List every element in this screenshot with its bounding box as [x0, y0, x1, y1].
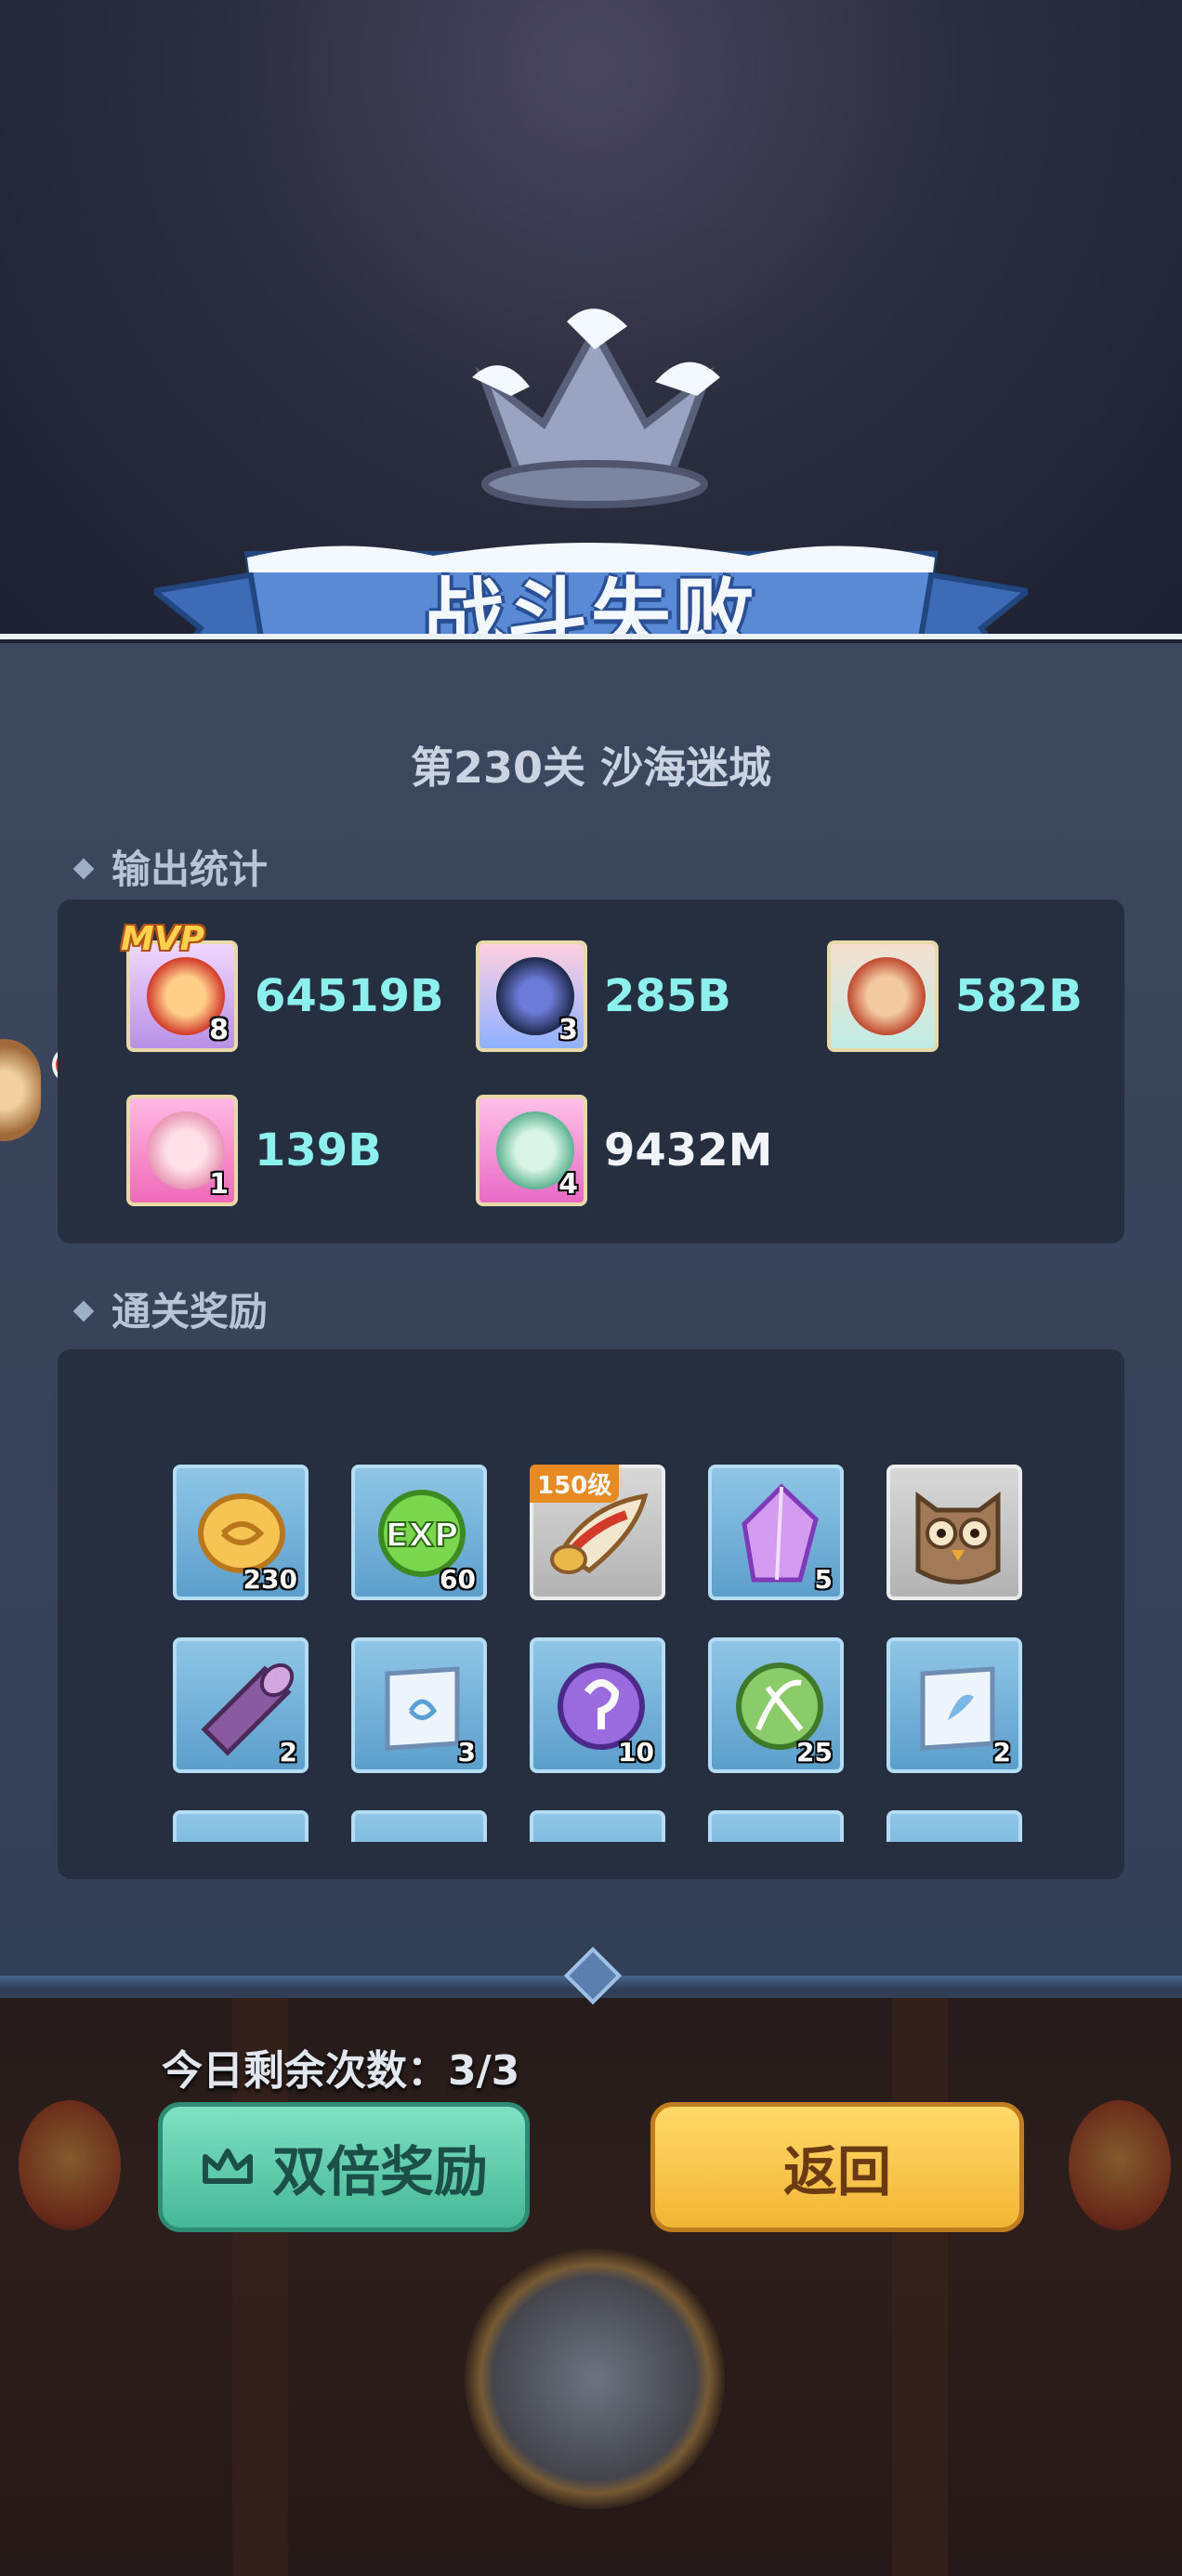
hero-stat-1[interactable]: 8 MVP 64519B	[121, 920, 444, 1052]
hero-portrait: 1	[126, 1095, 238, 1206]
reward-item-horn[interactable]: 150级	[530, 1465, 665, 1600]
crown-small-icon	[202, 2149, 253, 2184]
reward-item-gold[interactable]: 230	[173, 1465, 309, 1600]
hero-portrait	[827, 940, 939, 1052]
owl-icon	[915, 1492, 1001, 1584]
hero-stat-2[interactable]: 3 285B	[476, 940, 731, 1052]
reward-item-partial[interactable]	[708, 1810, 844, 1842]
hero-stat-4[interactable]: 1 139B	[126, 1095, 382, 1206]
double-reward-button[interactable]: 双倍奖励	[158, 2102, 530, 2232]
hero-damage: 285B	[604, 970, 731, 1022]
svg-text:EXP: EXP	[386, 1517, 459, 1555]
reward-item-partial[interactable]	[886, 1810, 1022, 1842]
reward-item-wood[interactable]: 2	[173, 1637, 309, 1773]
rewards-grid[interactable]: 230 EXP 60 150级 5 2 3 10 25 2	[58, 1349, 1124, 1842]
reward-item-partial[interactable]	[351, 1810, 487, 1842]
reward-item-scroll-2[interactable]: 2	[886, 1637, 1022, 1773]
hero-damage: 139B	[255, 1124, 382, 1176]
reward-item-green-rune[interactable]: 25	[708, 1637, 844, 1773]
hero-portrait: 3	[476, 940, 587, 1052]
reward-item-purple-rune[interactable]: 10	[530, 1637, 665, 1773]
rewards-header: 通关奖励	[72, 1281, 268, 1337]
level-tag: 150级	[530, 1465, 620, 1503]
background-hero-medal	[465, 2249, 725, 2509]
reward-item-partial[interactable]	[173, 1810, 309, 1842]
remaining-attempts: 今日剩余次数：3/3	[162, 2047, 520, 2095]
stage-name: 第230关 沙海迷城	[410, 743, 772, 793]
mvp-badge: MVP	[121, 920, 205, 958]
damage-stats-header: 输出统计	[72, 838, 268, 895]
hero-stat-5[interactable]: 4 9432M	[476, 1095, 772, 1206]
hero-stat-3[interactable]: 582B	[827, 940, 1083, 1052]
back-button[interactable]: 返回	[650, 2102, 1024, 2232]
hero-damage: 64519B	[255, 970, 444, 1022]
hero-portrait: 4	[476, 1095, 587, 1206]
reward-item-owl[interactable]	[886, 1465, 1022, 1600]
diamond-icon	[72, 1300, 95, 1321]
hero-damage: 582B	[955, 970, 1083, 1022]
hero-damage: 9432M	[604, 1124, 773, 1176]
reward-item-exp[interactable]: EXP 60	[351, 1465, 487, 1600]
diamond-icon	[72, 858, 95, 879]
reward-item-scroll-1[interactable]: 3	[351, 1637, 487, 1773]
reward-item-crystal[interactable]: 5	[708, 1465, 844, 1600]
crown-icon	[472, 309, 720, 508]
reward-item-partial[interactable]	[530, 1810, 665, 1842]
